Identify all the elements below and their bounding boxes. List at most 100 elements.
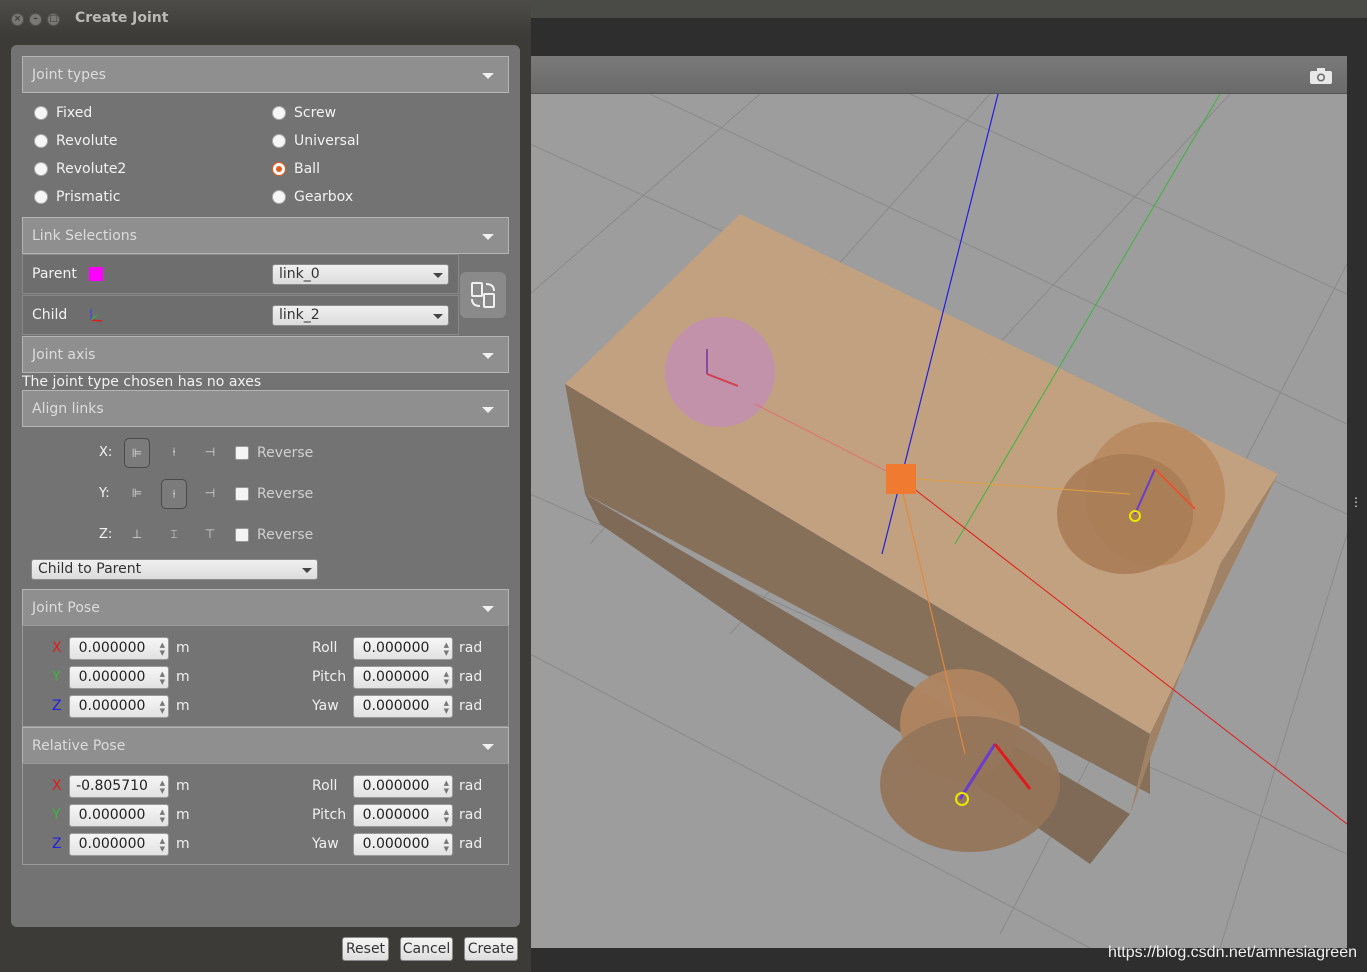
cancel-button[interactable]: Cancel bbox=[400, 937, 453, 961]
child-link-select[interactable]: link_2 bbox=[272, 305, 449, 326]
child-label: Child bbox=[32, 307, 68, 323]
radio-label: Gearbox bbox=[294, 189, 354, 205]
section-title: Joint axis bbox=[32, 347, 96, 363]
radio-label: Screw bbox=[294, 105, 337, 121]
scene-top-bar bbox=[530, 0, 1367, 18]
align-x-max-button[interactable]: ⊣ bbox=[197, 438, 223, 468]
spin-arrows-icon[interactable]: ▲ ▼ bbox=[444, 699, 449, 715]
align-y-min-button[interactable]: ⊫ bbox=[124, 479, 150, 509]
align-mode-select[interactable]: Child to Parent bbox=[31, 559, 318, 580]
radio-ball[interactable]: Ball bbox=[272, 161, 320, 177]
section-title: Relative Pose bbox=[32, 738, 126, 754]
joint-y-input[interactable]: 0.000000 ▲ ▼ bbox=[69, 666, 169, 689]
radio-selected-icon bbox=[272, 162, 286, 176]
reverse-x-checkbox[interactable]: Reverse bbox=[235, 445, 313, 461]
joint-yaw-value: 0.000000 bbox=[362, 698, 430, 714]
radio-screw[interactable]: Screw bbox=[272, 105, 336, 121]
spin-arrows-icon[interactable]: ▲ ▼ bbox=[444, 808, 449, 824]
section-joint-axis[interactable]: Joint axis bbox=[22, 336, 509, 373]
unit-label: m bbox=[176, 836, 190, 852]
relative-y-input[interactable]: 0.000000 ▲ ▼ bbox=[69, 804, 169, 827]
radio-label: Revolute bbox=[56, 133, 118, 149]
spin-arrows-icon[interactable]: ▲ ▼ bbox=[160, 699, 165, 715]
spin-arrows-icon[interactable]: ▲ ▼ bbox=[160, 808, 165, 824]
align-x-min-button[interactable]: ⊫ bbox=[124, 438, 150, 468]
camera-icon[interactable] bbox=[1309, 67, 1333, 85]
relative-pitch-input[interactable]: 0.000000 ▲ ▼ bbox=[353, 804, 453, 827]
joint-x-value: 0.000000 bbox=[78, 640, 146, 656]
align-y-max-button[interactable]: ⊣ bbox=[197, 479, 223, 509]
joint-z-input[interactable]: 0.000000 ▲ ▼ bbox=[69, 695, 169, 718]
radio-universal[interactable]: Universal bbox=[272, 133, 359, 149]
create-button[interactable]: Create bbox=[464, 937, 518, 961]
yaw-label: Yaw bbox=[312, 836, 339, 852]
joint-yaw-input[interactable]: 0.000000 ▲ ▼ bbox=[353, 695, 453, 718]
relative-yaw-input[interactable]: 0.000000 ▲ ▼ bbox=[353, 833, 453, 856]
viewport-resize-handle[interactable]: ⋮ bbox=[1350, 495, 1362, 509]
section-relative-pose[interactable]: Relative Pose bbox=[22, 727, 509, 764]
x-axis-label: X bbox=[52, 778, 62, 794]
swap-links-button[interactable] bbox=[460, 272, 506, 318]
spin-arrows-icon[interactable]: ▲ ▼ bbox=[160, 670, 165, 686]
section-align-links[interactable]: Align links bbox=[22, 390, 509, 427]
joint-pitch-input[interactable]: 0.000000 ▲ ▼ bbox=[353, 666, 453, 689]
spin-arrows-icon[interactable]: ▲ ▼ bbox=[444, 670, 449, 686]
spin-arrows-icon[interactable]: ▲ ▼ bbox=[160, 837, 165, 853]
radio-icon bbox=[34, 134, 48, 148]
relative-roll-input[interactable]: 0.000000 ▲ ▼ bbox=[353, 775, 453, 798]
joint-x-input[interactable]: 0.000000 ▲ ▼ bbox=[69, 637, 169, 660]
scene-render[interactable] bbox=[530, 94, 1347, 948]
relative-z-input[interactable]: 0.000000 ▲ ▼ bbox=[69, 833, 169, 856]
align-z-max-button[interactable]: ⊤ bbox=[197, 520, 223, 550]
spin-arrows-icon[interactable]: ▲ ▼ bbox=[160, 641, 165, 657]
relative-x-input[interactable]: -0.805710 ▲ ▼ bbox=[69, 775, 169, 798]
radio-revolute2[interactable]: Revolute2 bbox=[34, 161, 126, 177]
title-bar: × – □ Create Joint bbox=[0, 0, 531, 36]
yaw-label: Yaw bbox=[312, 698, 339, 714]
section-joint-pose[interactable]: Joint Pose bbox=[22, 589, 509, 626]
parent-label: Parent bbox=[32, 266, 77, 282]
close-icon[interactable]: × bbox=[11, 13, 24, 26]
radio-gearbox[interactable]: Gearbox bbox=[272, 189, 353, 205]
spin-arrows-icon[interactable]: ▲ ▼ bbox=[444, 837, 449, 853]
dialog-panel: Joint types Fixed Revolute Revolute2 Pri… bbox=[11, 45, 520, 927]
3d-viewport[interactable] bbox=[530, 56, 1347, 948]
align-x-label: X: bbox=[99, 445, 113, 460]
section-joint-types[interactable]: Joint types bbox=[22, 56, 509, 93]
reverse-y-checkbox[interactable]: Reverse bbox=[235, 486, 313, 502]
relative-pitch-value: 0.000000 bbox=[362, 807, 430, 823]
joint-pose-box: X Y Z 0.000000 ▲ ▼ 0.000000 ▲ ▼ 0.000000 ▲ ▼ m… bbox=[22, 625, 509, 727]
radio-icon bbox=[34, 106, 48, 120]
align-z-min-button[interactable]: ⊥ bbox=[124, 520, 150, 550]
chevron-down-icon bbox=[482, 234, 494, 240]
unit-label: rad bbox=[459, 640, 483, 656]
maximize-icon[interactable]: □ bbox=[47, 13, 60, 26]
spin-arrows-icon[interactable]: ▲ ▼ bbox=[444, 779, 449, 795]
unit-label: rad bbox=[459, 836, 483, 852]
radio-revolute[interactable]: Revolute bbox=[34, 133, 117, 149]
joint-roll-input[interactable]: 0.000000 ▲ ▼ bbox=[353, 637, 453, 660]
chevron-down-icon bbox=[482, 353, 494, 359]
spin-arrows-icon[interactable]: ▲ ▼ bbox=[160, 779, 165, 795]
radio-prismatic[interactable]: Prismatic bbox=[34, 189, 120, 205]
chevron-down-icon bbox=[433, 314, 443, 319]
align-z-center-button[interactable]: ⌶ bbox=[161, 520, 187, 550]
align-x-center-button[interactable]: ⍿ bbox=[161, 438, 187, 468]
window-title: Create Joint bbox=[75, 10, 169, 26]
radio-icon bbox=[272, 106, 286, 120]
unit-label: m bbox=[176, 778, 190, 794]
spin-arrows-icon[interactable]: ▲ ▼ bbox=[444, 641, 449, 657]
pitch-label: Pitch bbox=[312, 669, 347, 685]
joint-axis-message: The joint type chosen has no axes bbox=[22, 374, 262, 390]
unit-label: m bbox=[176, 669, 190, 685]
section-title: Align links bbox=[32, 401, 104, 417]
reset-button[interactable]: Reset bbox=[342, 937, 389, 961]
minimize-icon[interactable]: – bbox=[29, 13, 42, 26]
z-axis-label: Z bbox=[52, 698, 62, 714]
align-y-center-button[interactable]: ⍿ bbox=[161, 479, 187, 509]
section-link-selections[interactable]: Link Selections bbox=[22, 217, 509, 254]
radio-fixed[interactable]: Fixed bbox=[34, 105, 92, 121]
reverse-z-checkbox[interactable]: Reverse bbox=[235, 527, 313, 543]
unit-label: m bbox=[176, 807, 190, 823]
parent-link-select[interactable]: link_0 bbox=[272, 264, 449, 285]
